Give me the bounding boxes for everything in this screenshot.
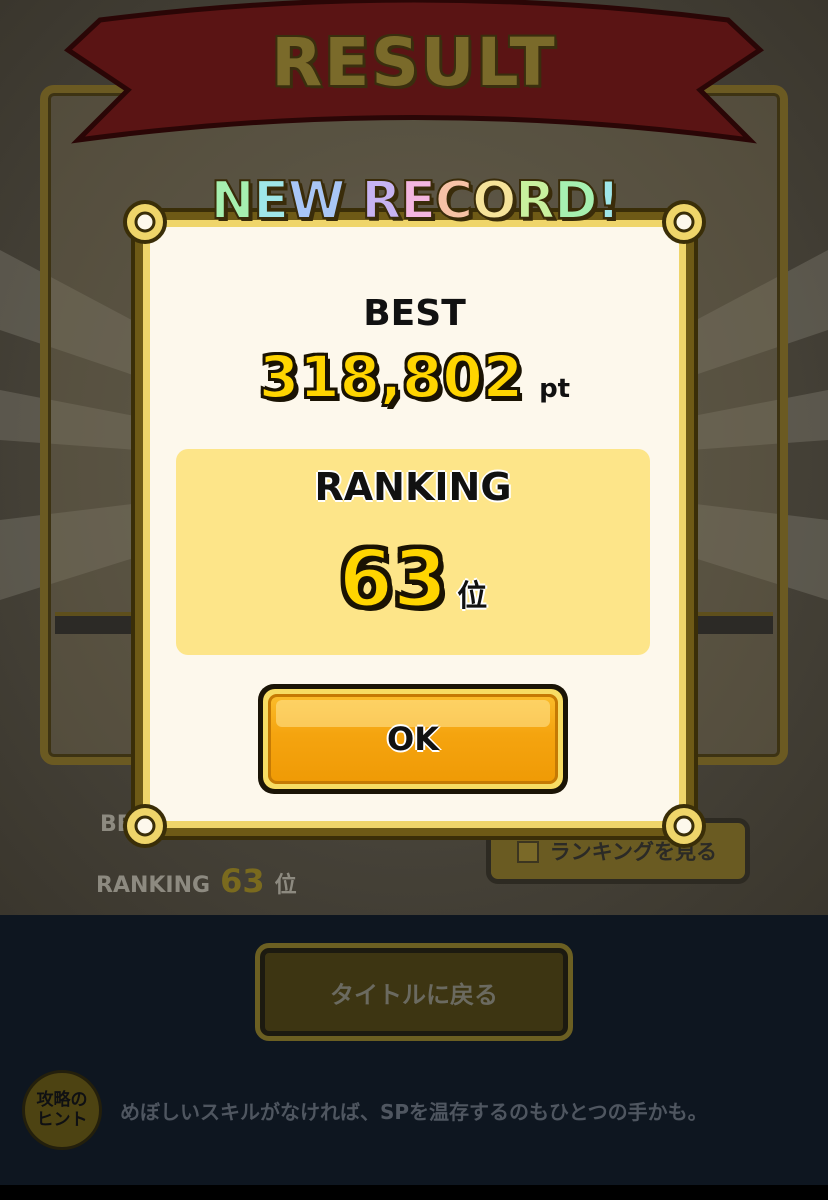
new-record-letter (344, 171, 361, 231)
corner-ornament-icon (123, 200, 167, 244)
ranking-row: 63 位 (176, 534, 650, 627)
ranking-unit: 位 (457, 579, 488, 614)
background-ranking: RANKING 63 位 (96, 862, 297, 900)
background-ranking-unit: 位 (274, 873, 297, 898)
ok-button[interactable]: OK (258, 684, 568, 794)
corner-ornament-icon (662, 804, 706, 848)
new-record-letter: O (471, 170, 517, 232)
corner-ornament-icon (662, 200, 706, 244)
hint-text: めぼしいスキルがなければ、SPを温存するのもひとつの手かも。 (120, 1099, 708, 1124)
hint-badge-icon: 攻略の ヒント (22, 1070, 102, 1150)
new-record-letter: R (514, 170, 556, 232)
new-record-letter: E (399, 170, 436, 232)
ranking-value: 63 (337, 534, 449, 627)
result-title: RESULT (271, 24, 557, 101)
new-record-letter: W (287, 170, 346, 232)
return-to-title-label: タイトルに戻る (330, 980, 498, 1009)
ok-button-label: OK (387, 720, 439, 758)
ranking-label: RANKING (314, 465, 512, 509)
dialog-border: BEST 318,802 pt RANKING 63 位 OK (123, 200, 706, 848)
best-score-unit: pt (539, 374, 571, 404)
background-ranking-label: RANKING (96, 873, 211, 898)
best-score-row: 318,802 pt (150, 342, 679, 412)
return-to-title-button: タイトルに戻る (255, 943, 573, 1041)
new-record-letter: R (360, 170, 402, 232)
ranking-box: RANKING 63 位 (176, 449, 650, 655)
hint-row: 攻略の ヒント めぼしいスキルがなければ、SPを温存するのもひとつの手かも。 (22, 1068, 812, 1152)
corner-ornament-icon (123, 804, 167, 848)
ok-button-face: OK (268, 694, 558, 784)
bottom-strip (0, 1185, 828, 1200)
new-record-letter: E (252, 170, 289, 232)
hint-badge-line1: 攻略の (36, 1090, 88, 1110)
background-ranking-value: 63 (220, 862, 265, 900)
new-record-letter: N (210, 170, 255, 232)
ok-button-ring: OK (263, 689, 563, 789)
new-record-letter: ! (596, 170, 622, 232)
new-record-dialog: BEST 318,802 pt RANKING 63 位 OK (123, 200, 706, 848)
best-label: BEST (363, 293, 466, 334)
ranking-icon (517, 841, 539, 863)
new-record-letter: C (434, 170, 474, 232)
dialog-card: BEST 318,802 pt RANKING 63 位 OK (123, 200, 706, 848)
hint-badge-line2: ヒント (36, 1110, 88, 1130)
new-record-letter: D (553, 170, 598, 232)
best-score-value: 318,802 (258, 342, 524, 412)
new-record-header: NEW RECORD! (205, 168, 625, 234)
